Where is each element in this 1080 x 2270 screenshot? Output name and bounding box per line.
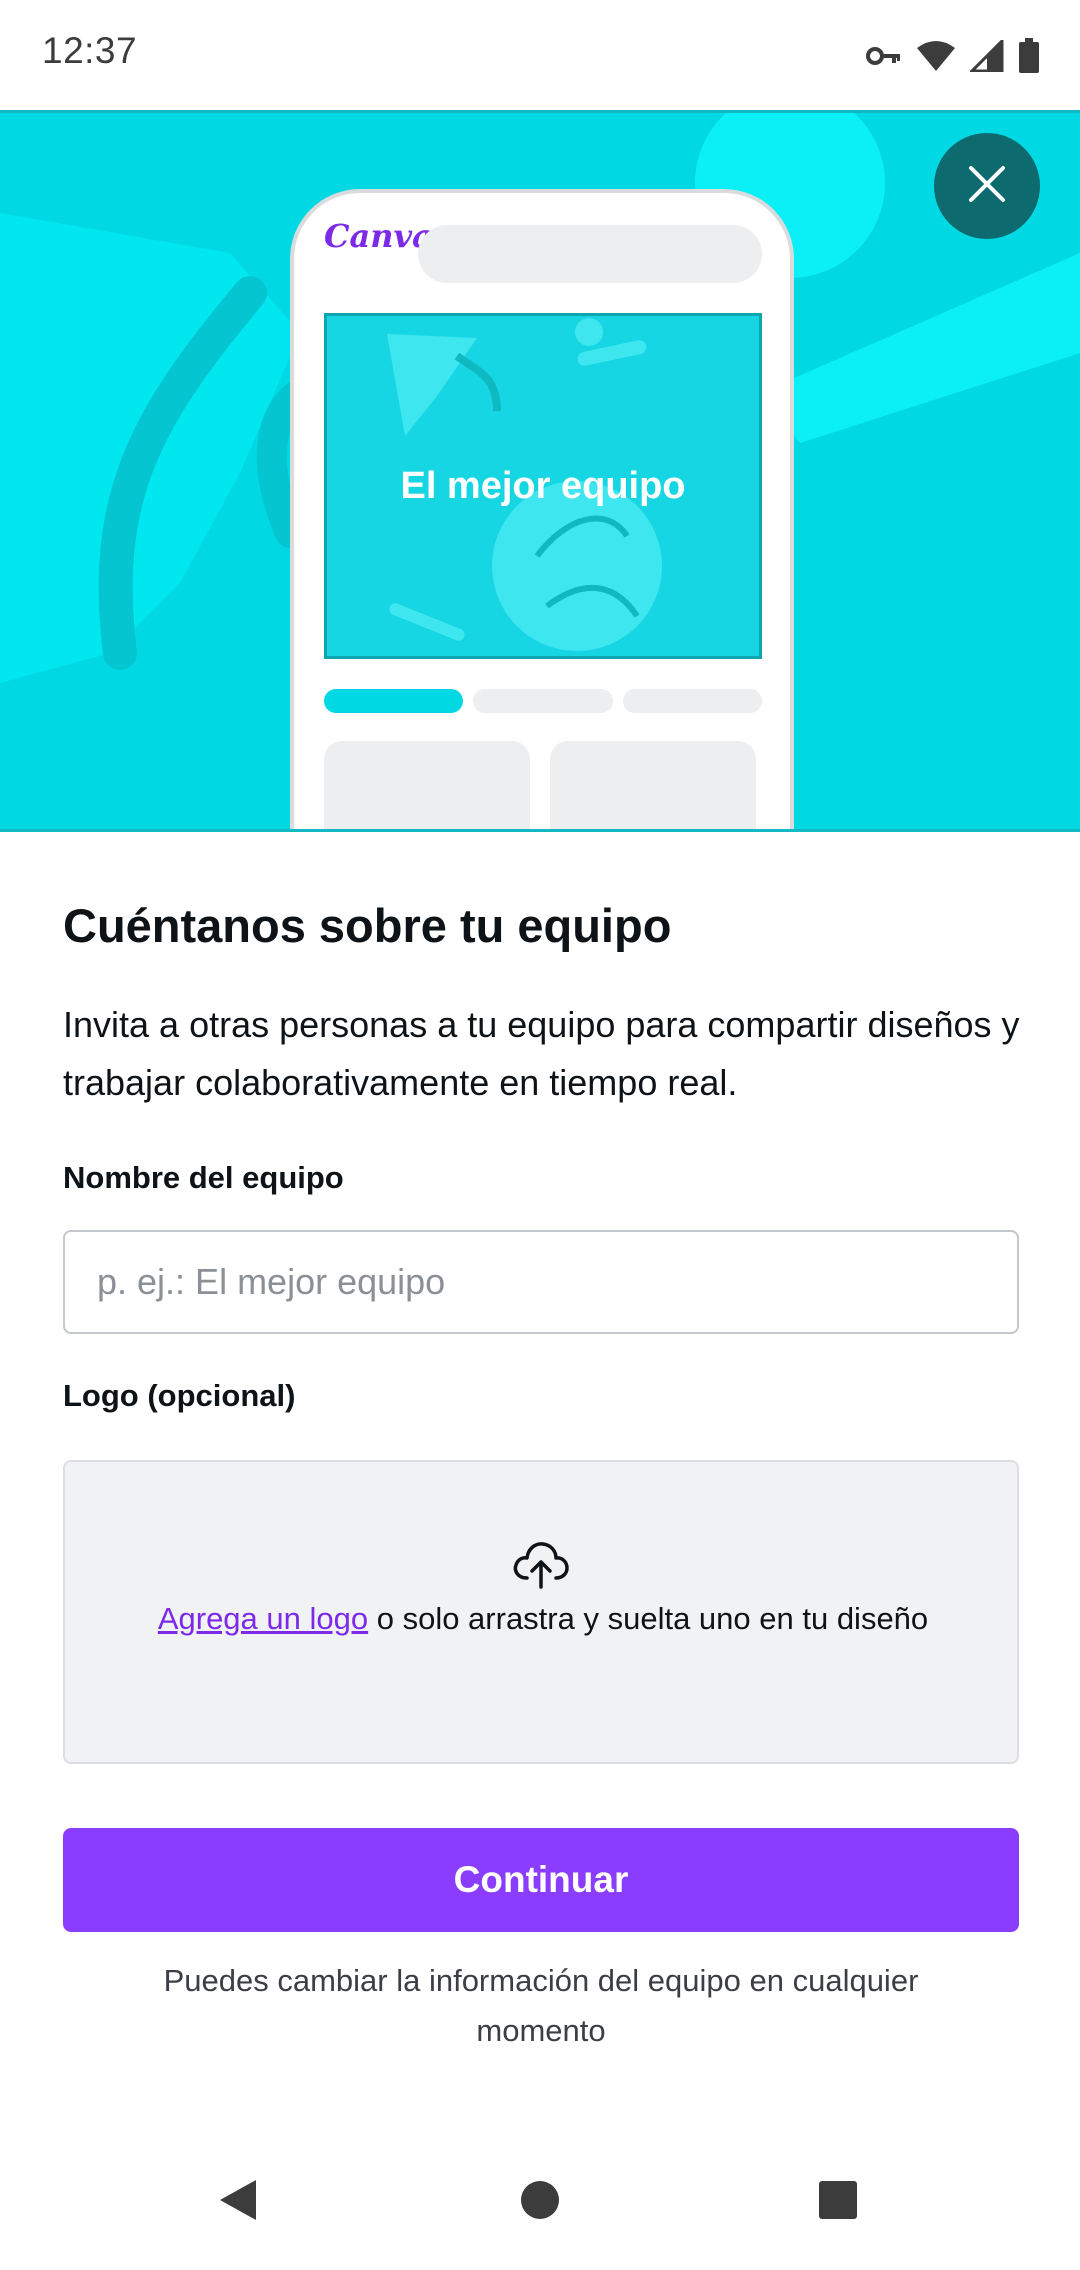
vpn-key-icon [866, 44, 902, 68]
hero-banner: Canva El mejor equipo [0, 110, 1080, 832]
status-bar: 12:37 [0, 0, 1080, 110]
home-icon[interactable] [520, 2178, 560, 2227]
phone-card [550, 741, 756, 829]
back-icon[interactable] [218, 2178, 258, 2227]
battery-icon [1018, 38, 1040, 74]
close-button[interactable] [934, 133, 1040, 239]
cell-signal-icon [970, 40, 1004, 72]
phone-design-canvas: El mejor equipo [324, 313, 762, 659]
phone-preview: Canva El mejor equipo [290, 189, 794, 829]
add-logo-link[interactable]: Agrega un logo [158, 1601, 368, 1636]
phone-search-bar [418, 225, 762, 283]
phone-card [324, 741, 530, 829]
team-name-label: Nombre del equipo [63, 1160, 344, 1195]
status-icons [866, 36, 1040, 76]
phone-brand-logo: Canva [324, 217, 433, 255]
close-icon [967, 164, 1007, 209]
phone-tab-active [324, 689, 464, 713]
page-title: Cuéntanos sobre tu equipo [63, 899, 672, 952]
logo-upload-dropzone[interactable]: Agrega un logo o solo arrastra y suelta … [63, 1460, 1019, 1764]
phone-tab [473, 689, 613, 713]
phone-tab [622, 689, 762, 713]
wifi-icon [916, 40, 956, 72]
cloud-upload-icon [511, 1538, 571, 1595]
system-nav-bar [0, 2150, 1080, 2270]
status-time: 12:37 [42, 30, 138, 71]
phone-canvas-text: El mejor equipo [400, 464, 686, 507]
upload-instructions: Agrega un logo o solo arrastra y suelta … [145, 1594, 941, 1644]
upload-instructions-rest: o solo arrastra y suelta uno en tu diseñ… [368, 1601, 929, 1636]
footnote-text: Puedes cambiar la información del equipo… [163, 1963, 919, 2048]
recents-icon[interactable] [818, 2178, 858, 2227]
phone-tabs [324, 689, 762, 713]
logo-label: Logo (opcional) [63, 1378, 296, 1413]
page-description: Invita a otras personas a tu equipo para… [63, 1004, 1020, 1103]
team-name-input[interactable] [63, 1230, 1019, 1334]
continue-button[interactable]: Continuar [63, 1828, 1019, 1932]
